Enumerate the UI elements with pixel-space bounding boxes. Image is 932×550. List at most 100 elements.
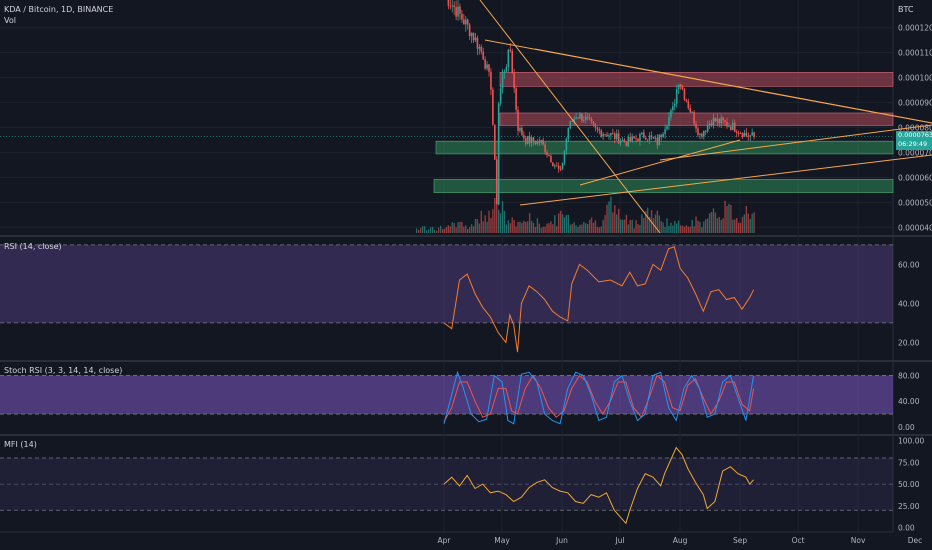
volume-bar	[536, 218, 539, 233]
candle-body	[606, 134, 608, 137]
volume-bar	[457, 222, 459, 233]
candle-body	[478, 46, 481, 49]
rsi-legend[interactable]: RSI (14, close)	[4, 242, 62, 251]
trading-chart[interactable]: Apr May Jun Jul Aug Sep Oct Nov Dec 0.0000400 0.00…	[0, 0, 932, 550]
candle-body	[702, 130, 705, 137]
currency-label: BTC	[898, 5, 914, 14]
volume-bar	[436, 230, 438, 233]
mfi-legend[interactable]: MFI (14)	[4, 440, 37, 449]
volume-bar	[442, 229, 444, 233]
symbol-legend[interactable]: KDA / Bitcoin, 1D, BINANCE	[4, 5, 113, 14]
candle-body	[724, 120, 726, 122]
candle-body	[451, 5, 454, 7]
stoch-legend[interactable]: Stoch RSI (3, 3, 14, 14, close)	[4, 366, 122, 375]
candle-body	[716, 118, 719, 122]
volume-bar	[735, 217, 738, 233]
candle-body	[648, 135, 651, 140]
volume-legend[interactable]: Vol	[4, 16, 16, 25]
volume-bar	[515, 226, 517, 233]
volume-bar	[532, 222, 535, 233]
candle-body	[706, 125, 709, 132]
volume-bar	[544, 226, 546, 233]
volume-bar	[468, 227, 471, 233]
volume-bar	[542, 226, 544, 233]
candle-body	[505, 66, 508, 72]
volume-bar	[749, 219, 751, 233]
candle-body	[546, 152, 548, 155]
volume-bar	[604, 215, 606, 233]
volume-bar	[534, 226, 537, 233]
volume-label: Vol	[4, 16, 16, 25]
candle-body	[735, 131, 738, 134]
candle-body	[695, 123, 697, 129]
candle-body	[592, 121, 595, 125]
candle-body	[683, 89, 686, 100]
candle-body	[613, 133, 616, 140]
candle-body	[534, 141, 537, 144]
volume-bar	[567, 214, 570, 233]
volume-bar	[716, 218, 719, 233]
volume-bar	[710, 211, 713, 233]
candle-body	[666, 126, 668, 130]
candle-body	[530, 137, 533, 144]
bar-countdown: 06:29:49	[898, 140, 928, 148]
candle-body	[747, 135, 750, 137]
volume-bar	[670, 222, 672, 233]
volume-bar	[569, 224, 571, 233]
volume-bar	[540, 227, 542, 233]
volume-bar	[600, 226, 602, 233]
candle-body	[602, 134, 604, 137]
volume-bar	[676, 223, 678, 233]
candle-body	[524, 138, 527, 144]
candle-body	[565, 138, 568, 151]
candle-body	[486, 64, 488, 69]
volume-bar	[455, 227, 457, 233]
candle-body	[557, 165, 560, 169]
candle-body	[526, 136, 529, 144]
candle-body	[581, 113, 583, 121]
mfi-axis-label: 75.00	[898, 458, 920, 467]
last-price-value: 0.0000763	[898, 131, 932, 139]
volume-bar	[538, 223, 541, 233]
volume-bar	[708, 213, 711, 233]
chart-canvas[interactable]: Apr May Jun Jul Aug Sep Oct Nov Dec 0.0000400 0.00…	[0, 0, 932, 550]
volume-bar	[705, 219, 707, 233]
candle-body	[708, 123, 711, 126]
candle-body	[468, 24, 471, 37]
volume-bar	[683, 226, 686, 233]
volume-bar	[724, 200, 726, 233]
price-axis-label: 0.0000500	[898, 198, 932, 207]
candle-body	[699, 133, 701, 135]
volume-bar	[585, 223, 587, 233]
volume-bar	[583, 221, 585, 233]
volume-bar	[494, 197, 496, 233]
volume-bar	[677, 220, 680, 233]
candle-body	[544, 144, 546, 153]
volume-bar	[519, 221, 521, 233]
stoch-label: Stoch RSI (3, 3, 14, 14, close)	[4, 366, 123, 375]
rsi-label: RSI (14, close)	[4, 242, 62, 251]
volume-bar	[530, 220, 533, 233]
volume-bar	[575, 225, 577, 233]
volume-bar	[571, 223, 573, 233]
volume-bar	[581, 224, 583, 233]
volume-bar	[561, 214, 564, 233]
candle-body	[474, 37, 477, 41]
volume-bar	[445, 227, 448, 233]
candle-body	[631, 136, 633, 142]
candle-body	[728, 126, 730, 128]
candle-body	[507, 49, 510, 67]
candle-body	[494, 124, 496, 160]
candle-body	[646, 139, 649, 141]
rsi-axis-label: 20.00	[898, 338, 920, 347]
candle-body	[588, 117, 591, 119]
stoch-axis-label: 80.00	[898, 372, 920, 381]
candle-body	[710, 123, 713, 126]
candle-body	[509, 49, 512, 51]
volume-bar	[672, 225, 674, 233]
candle-body	[639, 134, 641, 142]
candle-body	[751, 132, 753, 136]
candle-body	[515, 88, 517, 110]
candle-body	[730, 126, 732, 131]
candle-body	[654, 137, 657, 139]
